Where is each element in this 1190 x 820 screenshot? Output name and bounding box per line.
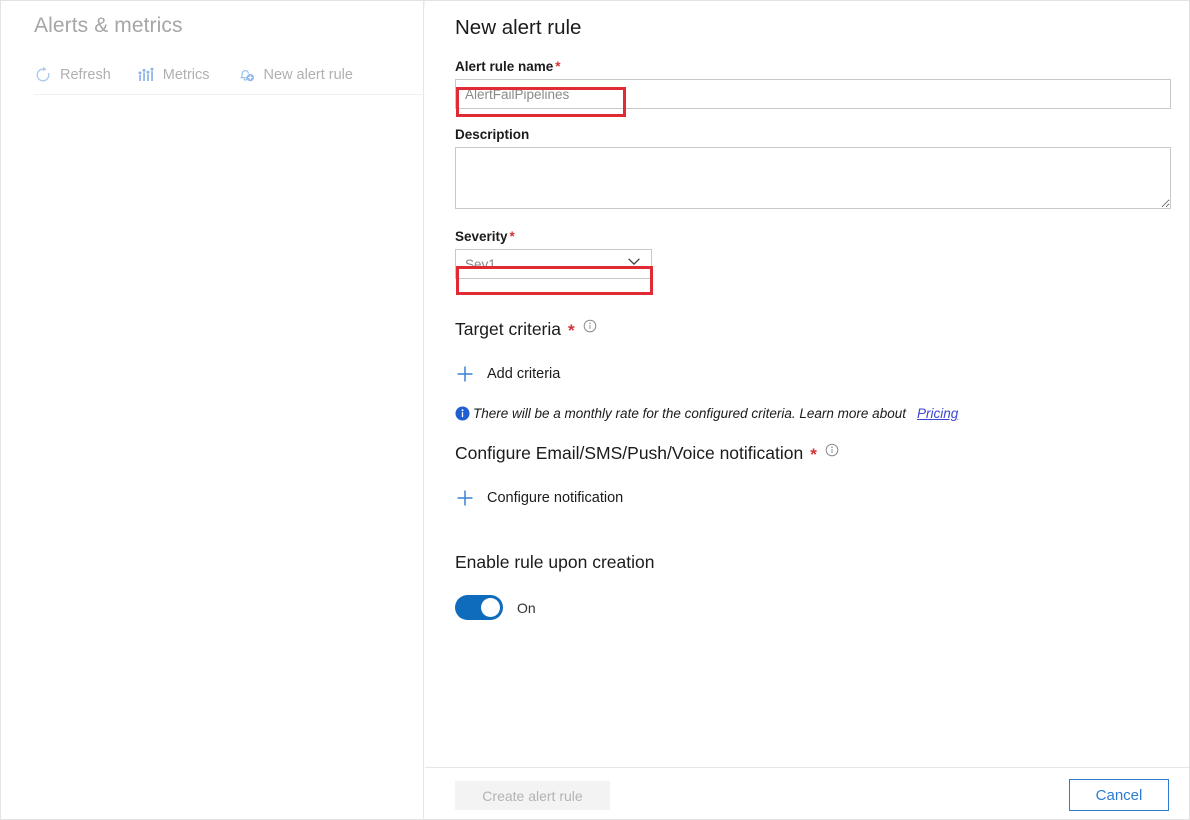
toggle-knob: [481, 598, 500, 617]
alert-rule-form: Alert rule name* Description Severity* S…: [455, 59, 1171, 620]
create-alert-rule-button[interactable]: Create alert rule: [455, 781, 610, 810]
new-alert-rule-button[interactable]: New alert rule: [236, 63, 365, 87]
enable-rule-toggle-row: On: [455, 595, 1171, 620]
page-title: Alerts & metrics: [34, 14, 183, 37]
severity-required-marker: *: [509, 229, 515, 244]
refresh-button[interactable]: Refresh: [34, 64, 123, 86]
azure-new-alert-rule-screen: Alerts & metrics Refresh Metrics New ale…: [0, 0, 1190, 820]
description-label-text: Description: [455, 127, 530, 142]
command-toolbar: Refresh Metrics New alert rule: [34, 63, 379, 87]
severity-label: Severity *: [455, 229, 1171, 244]
alert-rule-name-required-marker: *: [555, 59, 561, 74]
plus-icon: [455, 488, 475, 508]
notification-required-marker: *: [810, 444, 817, 464]
alert-rule-name-input[interactable]: [455, 79, 1171, 109]
cancel-button[interactable]: Cancel: [1069, 779, 1169, 811]
bell-add-icon: [236, 65, 256, 85]
enable-rule-toggle-state: On: [517, 599, 536, 616]
severity-select-wrapper[interactable]: Sev1: [455, 249, 652, 279]
plus-icon: [455, 364, 475, 384]
alert-rule-name-label-text: Alert rule name: [455, 59, 554, 74]
pricing-note: There will be a monthly rate for the con…: [455, 406, 1171, 421]
bar-chart-icon: [137, 66, 155, 84]
info-outline-icon[interactable]: [825, 443, 839, 457]
configure-notification-label: Configure notification: [487, 490, 624, 506]
refresh-icon: [34, 66, 52, 84]
severity-select[interactable]: Sev1: [455, 249, 652, 279]
metrics-label: Metrics: [162, 67, 210, 83]
pricing-note-text: There will be a monthly rate for the con…: [473, 406, 906, 421]
add-criteria-button[interactable]: Add criteria: [455, 364, 560, 384]
form-footer: Create alert rule Cancel: [425, 767, 1189, 819]
target-criteria-required-marker: *: [568, 320, 575, 340]
new-alert-rule-label: New alert rule: [263, 67, 353, 83]
alerts-metrics-panel: Alerts & metrics Refresh Metrics New ale…: [1, 1, 1189, 819]
enable-rule-heading-text: Enable rule upon creation: [455, 552, 655, 572]
info-filled-icon: [455, 406, 470, 421]
severity-label-text: Severity: [455, 229, 508, 244]
pricing-link[interactable]: Pricing: [917, 406, 958, 421]
severity-selected-value: Sev1: [465, 256, 496, 272]
description-textarea[interactable]: [455, 147, 1171, 209]
form-title: New alert rule: [455, 16, 582, 39]
notification-heading: Configure Email/SMS/Push/Voice notificat…: [455, 443, 1171, 464]
description-label: Description: [455, 127, 1171, 142]
alert-rule-name-label: Alert rule name *: [455, 59, 1171, 74]
notification-heading-text: Configure Email/SMS/Push/Voice notificat…: [455, 443, 804, 463]
refresh-label: Refresh: [60, 67, 111, 83]
add-criteria-label: Add criteria: [487, 366, 561, 382]
new-alert-rule-form-panel: New alert rule Alert rule name* Descript…: [425, 1, 1189, 819]
target-criteria-heading-text: Target criteria: [455, 319, 562, 339]
enable-rule-heading: Enable rule upon creation: [455, 552, 1171, 573]
enable-rule-toggle[interactable]: [455, 595, 503, 620]
metrics-button[interactable]: Metrics: [137, 64, 222, 86]
info-outline-icon[interactable]: [583, 319, 597, 333]
target-criteria-heading: Target criteria *: [455, 319, 1171, 340]
configure-notification-button[interactable]: Configure notification: [455, 488, 623, 508]
